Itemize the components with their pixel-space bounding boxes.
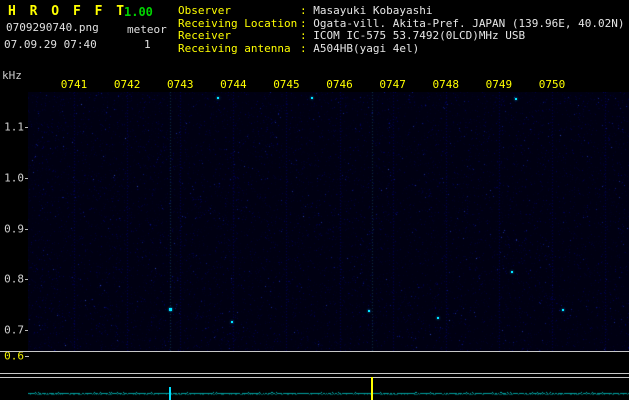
event-marker-line <box>371 377 373 400</box>
signal-spike-marker <box>169 387 171 400</box>
hrofft-screenshot: H R O F F T 1.00 0709290740.png meteor 0… <box>0 0 629 400</box>
event-marker-layer <box>0 0 629 400</box>
